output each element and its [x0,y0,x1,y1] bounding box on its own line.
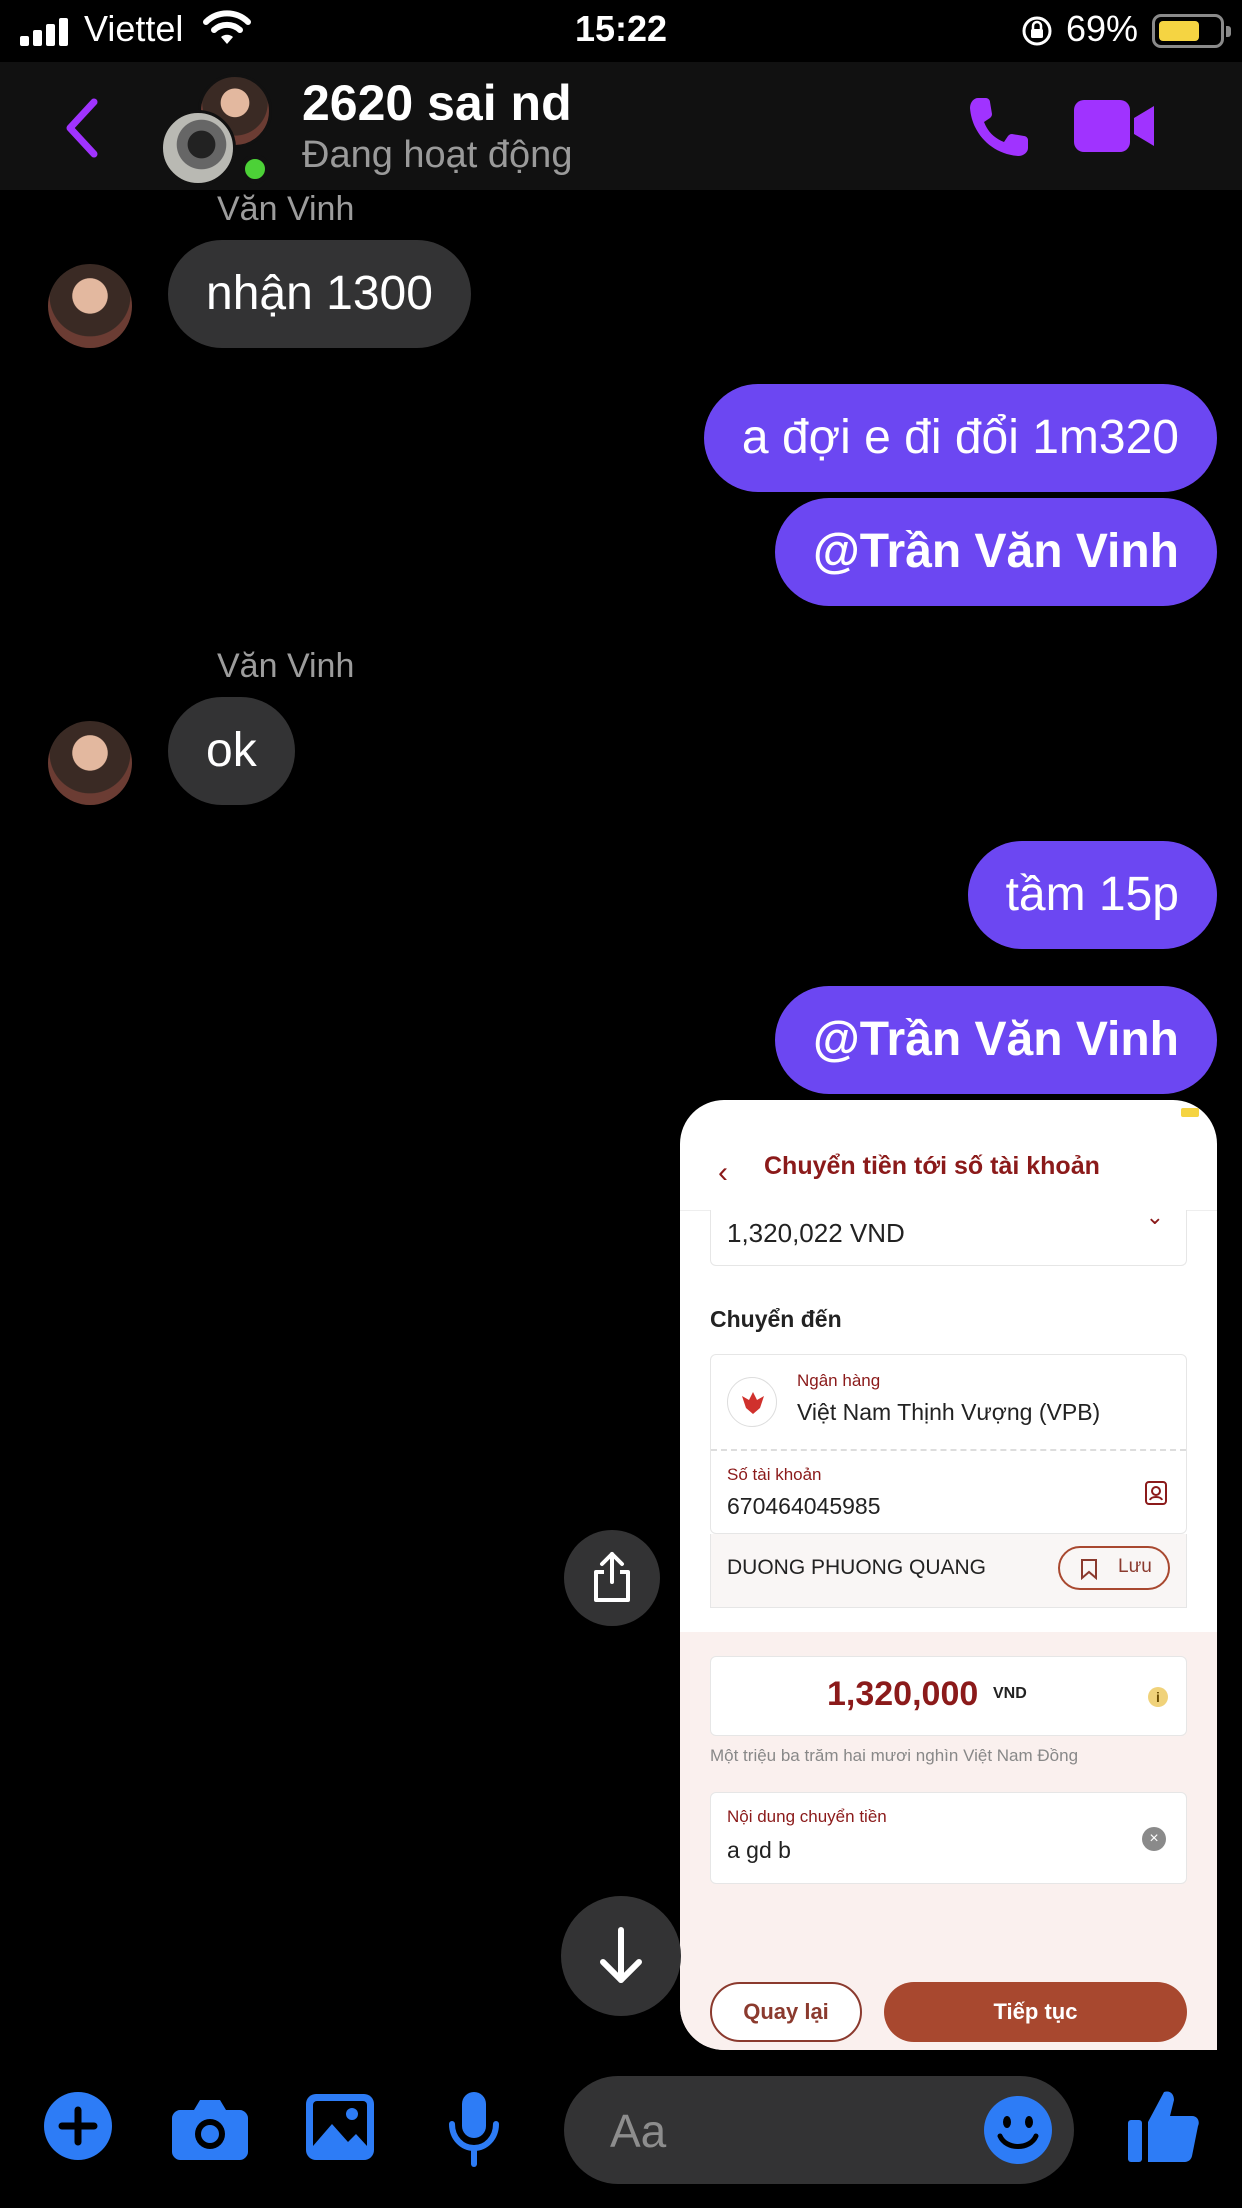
arrow-down-icon [600,1927,642,1983]
amount-card: 1,320,000 VND i [710,1656,1187,1736]
note-card: Nội dung chuyển tiền a gd b × [710,1792,1187,1884]
rotation-lock-icon [1022,16,1052,46]
bank-value: Việt Nam Thịnh Vượng (VPB) [797,1399,1101,1425]
shared-image-bank-transfer[interactable]: ‹ Chuyển tiền tới số tài khoản 1,320,022… [680,1100,1217,2050]
clock: 15:22 [574,8,668,49]
phone-icon[interactable] [964,92,1034,162]
scroll-to-bottom-button[interactable] [561,1896,681,2016]
message-bubble-outgoing[interactable]: tầm 15p [967,841,1217,949]
share-button[interactable] [564,1530,660,1626]
account-label: Số tài khoản [727,1465,822,1484]
share-icon [594,1552,630,1602]
camera-icon[interactable] [172,2096,248,2160]
save-label: Lưu [1118,1556,1152,1577]
active-status: Đang hoạt động [302,134,573,176]
emoji-icon[interactable] [984,2096,1052,2164]
online-indicator [240,154,270,184]
message-bubble-incoming[interactable]: nhận 1300 [168,240,471,348]
message-bubble-outgoing-mention[interactable]: @Trần Văn Vinh [775,498,1217,606]
bank-continue-button: Tiếp tục [884,1982,1187,2042]
message-bubble-incoming[interactable]: ok [168,697,295,805]
account-number: 670464045985 [727,1493,881,1519]
recipient-name-row: DUONG PHUONG QUANG Lưu [710,1534,1187,1608]
status-bar: Viettel 15:22 69% [0,0,1242,62]
save-recipient-button: Lưu [1058,1546,1170,1590]
bank-screen-title: Chuyển tiền tới số tài khoản [764,1152,1100,1180]
bank-label: Ngân hàng [797,1371,881,1390]
message-bubble-outgoing[interactable]: a đợi e đi đổi 1m320 [703,384,1217,492]
plus-icon[interactable] [44,2092,112,2160]
back-chevron-icon[interactable] [60,96,104,160]
section-label: Chuyển đến [710,1306,842,1332]
recipient-card: Ngân hàng Việt Nam Thịnh Vượng (VPB) Số … [710,1354,1187,1534]
conversation-header: 2620 sai nd Đang hoạt động [0,62,1242,190]
battery-icon [1152,14,1231,48]
amount-in-words: Một triệu ba trăm hai mươi nghìn Việt Na… [710,1746,1079,1765]
source-account-card: 1,320,022 VND ⌄ [710,1204,1187,1266]
avatar[interactable] [48,721,132,805]
group-avatar[interactable] [160,74,272,186]
avatar[interactable] [48,264,132,348]
source-amount: 1,320,022 VND [727,1218,905,1248]
note-value: a gd b [727,1837,791,1863]
recipient-name: DUONG PHUONG QUANG [727,1556,987,1579]
bank-back-button: Quay lại [710,1982,862,2042]
note-label: Nội dung chuyển tiền [727,1807,887,1826]
battery-percent: 69% [1066,8,1139,49]
sender-name: Văn Vinh [217,190,355,228]
vpbank-logo-icon [727,1377,777,1427]
microphone-icon[interactable] [446,2092,502,2168]
currency: VND [993,1685,1027,1702]
contacts-icon [1145,1481,1167,1505]
image-icon[interactable] [306,2094,374,2160]
clear-icon: × [1142,1827,1166,1851]
message-bubble-outgoing-mention[interactable]: @Trần Văn Vinh [775,986,1217,1094]
transfer-amount: 1,320,000 [827,1675,979,1713]
sender-name: Văn Vinh [217,647,355,685]
thumbs-up-icon[interactable] [1128,2088,1200,2164]
video-camera-icon[interactable] [1074,98,1156,154]
message-input-placeholder: Aa [610,2105,667,2157]
message-input[interactable]: Aa [564,2076,1074,2184]
bookmark-icon [1081,1559,1097,1580]
conversation-title[interactable]: 2620 sai nd [302,74,572,132]
info-icon: i [1148,1687,1168,1707]
chevron-down-icon: ⌄ [1145,1204,1164,1229]
bank-back-chevron-icon: ‹ [718,1156,728,1189]
